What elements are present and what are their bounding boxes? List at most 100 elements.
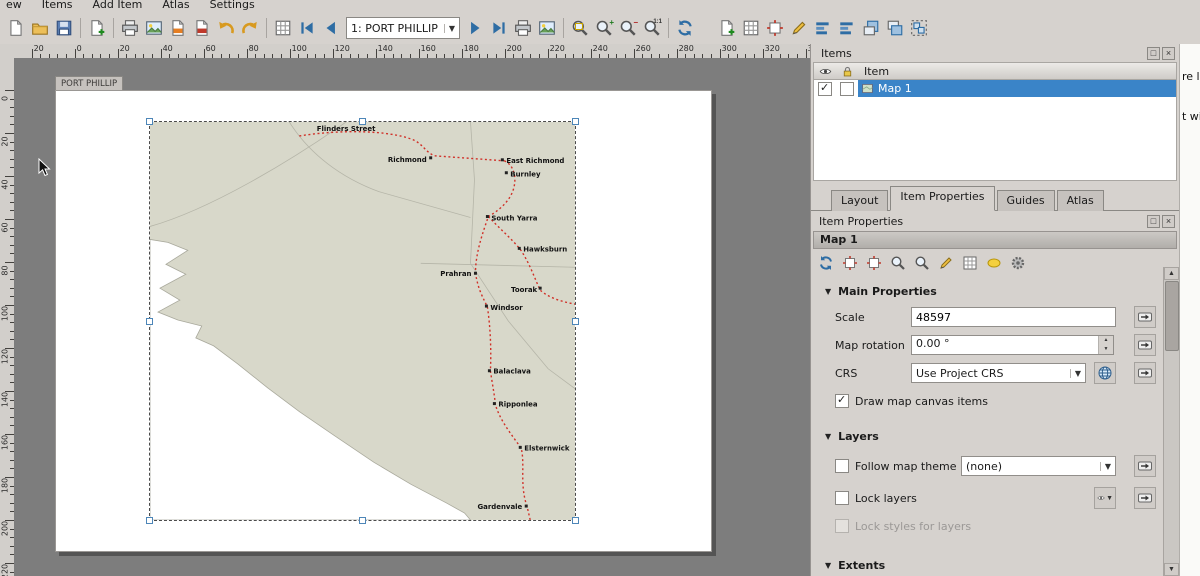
lock-layers-override-button[interactable] bbox=[1134, 487, 1156, 509]
menu-settings[interactable]: Settings bbox=[210, 0, 255, 12]
spin-up-button[interactable]: ▲ bbox=[1099, 336, 1113, 345]
scale-override-button[interactable] bbox=[1134, 306, 1156, 328]
refresh-view-button[interactable] bbox=[673, 16, 697, 40]
chevron-down-icon: ▼ bbox=[1070, 369, 1085, 378]
section-layers[interactable]: ▼ Layers bbox=[825, 430, 1163, 443]
atlas-feature-combo[interactable]: 1: PORT PHILLIP ▼ bbox=[346, 17, 460, 39]
selection-handle[interactable] bbox=[572, 318, 579, 325]
properties-scrollbar[interactable]: ▲ ▼ bbox=[1163, 267, 1179, 576]
distribute-items-button[interactable] bbox=[835, 16, 859, 40]
duplicate-layout-button[interactable] bbox=[85, 16, 109, 40]
new-layout-button[interactable] bbox=[4, 16, 28, 40]
undock-panel-button[interactable]: □ bbox=[1147, 215, 1160, 228]
close-panel-button[interactable]: × bbox=[1162, 215, 1175, 228]
save-project-button[interactable] bbox=[52, 16, 76, 40]
menu-view[interactable]: ew bbox=[6, 0, 22, 12]
save-icon bbox=[55, 19, 73, 37]
export-svg-button[interactable] bbox=[166, 16, 190, 40]
zoom-in-button[interactable]: + bbox=[592, 16, 616, 40]
rotation-spinbox[interactable]: 0.00 ° ▲ ▼ bbox=[911, 335, 1114, 355]
map-item[interactable]: Flinders StreetRichmondEast RichmondBurn… bbox=[149, 121, 576, 521]
rotation-value: 0.00 ° bbox=[912, 336, 1098, 354]
manage-guides-button[interactable] bbox=[739, 16, 763, 40]
draw-canvas-items-checkbox[interactable] bbox=[835, 394, 849, 408]
redo-button[interactable] bbox=[238, 16, 262, 40]
section-main-properties[interactable]: ▼ Main Properties bbox=[825, 285, 1163, 298]
theme-override-button[interactable] bbox=[1134, 455, 1156, 477]
select-crs-button[interactable] bbox=[1094, 362, 1116, 384]
mouse-cursor bbox=[38, 158, 52, 178]
print-layout-button[interactable] bbox=[118, 16, 142, 40]
atlas-first-button[interactable] bbox=[295, 16, 319, 40]
scrollbar-thumb[interactable] bbox=[1165, 281, 1179, 351]
print-atlas-button[interactable] bbox=[511, 16, 535, 40]
visible-layers-button[interactable]: ▼ bbox=[1094, 487, 1116, 509]
zoom-actual-button[interactable]: 1:1 bbox=[640, 16, 664, 40]
atlas-prev-button[interactable] bbox=[319, 16, 343, 40]
atlas-preview-button[interactable] bbox=[271, 16, 295, 40]
selection-handle[interactable] bbox=[146, 318, 153, 325]
rotation-override-button[interactable] bbox=[1134, 334, 1156, 356]
atlas-last-button[interactable] bbox=[487, 16, 511, 40]
tab-layout[interactable]: Layout bbox=[831, 190, 888, 211]
undock-panel-button[interactable]: □ bbox=[1147, 47, 1160, 60]
menu-add-item[interactable]: Add Item bbox=[93, 0, 143, 12]
group-items-button[interactable] bbox=[907, 16, 931, 40]
ruler-label: 280 bbox=[679, 44, 694, 53]
align-items-button[interactable] bbox=[811, 16, 835, 40]
vertical-ruler[interactable]: 020406080100120140160180200220 bbox=[0, 58, 15, 576]
edit-nodes-button[interactable] bbox=[787, 16, 811, 40]
scroll-down-button[interactable]: ▼ bbox=[1164, 563, 1179, 576]
station-label: South Yarra bbox=[491, 215, 537, 223]
lower-items-button[interactable] bbox=[883, 16, 907, 40]
theme-combo[interactable]: (none) ▼ bbox=[961, 456, 1116, 476]
station-label: Toorak bbox=[511, 286, 537, 294]
crs-combo[interactable]: Use Project CRS ▼ bbox=[911, 363, 1086, 383]
ruler-tick bbox=[161, 49, 162, 58]
selection-handle[interactable] bbox=[572, 118, 579, 125]
ruler-label: 80 bbox=[1, 263, 10, 279]
scale-input[interactable] bbox=[911, 307, 1116, 327]
export-image-button[interactable] bbox=[142, 16, 166, 40]
zoom-out-button[interactable]: − bbox=[616, 16, 640, 40]
export-pdf-button[interactable] bbox=[190, 16, 214, 40]
undo-button[interactable] bbox=[214, 16, 238, 40]
station-marker bbox=[539, 287, 542, 290]
raise-items-button[interactable] bbox=[859, 16, 883, 40]
tab-guides[interactable]: Guides bbox=[997, 190, 1055, 211]
selection-handle[interactable] bbox=[146, 118, 153, 125]
item-visible-checkbox[interactable] bbox=[818, 82, 832, 96]
scroll-up-button[interactable]: ▲ bbox=[1164, 267, 1179, 280]
horizontal-ruler[interactable]: 2002040608010012014016018020022024026028… bbox=[14, 44, 810, 59]
item-row-map1[interactable]: Map 1 bbox=[814, 80, 1176, 97]
lock-layers-checkbox[interactable] bbox=[835, 491, 849, 505]
collapse-triangle-icon: ▼ bbox=[825, 561, 831, 570]
follow-theme-checkbox[interactable] bbox=[835, 459, 849, 473]
export-atlas-button[interactable] bbox=[535, 16, 559, 40]
export-image-icon bbox=[145, 19, 163, 37]
selection-handle[interactable] bbox=[359, 517, 366, 524]
zoom-full-button[interactable] bbox=[568, 16, 592, 40]
open-layout-button[interactable] bbox=[28, 16, 52, 40]
crs-label: CRS bbox=[835, 367, 911, 380]
selection-handle[interactable] bbox=[359, 118, 366, 125]
section-extents[interactable]: ▼ Extents bbox=[825, 559, 1163, 572]
layout-canvas[interactable]: PORT PHILLIP Flinders StreetRichmondEast… bbox=[14, 58, 810, 576]
spin-down-button[interactable]: ▼ bbox=[1099, 345, 1113, 354]
menu-items[interactable]: Items bbox=[42, 0, 73, 12]
crs-override-button[interactable] bbox=[1134, 362, 1156, 384]
ruler-tick bbox=[333, 49, 334, 58]
selection-handle[interactable] bbox=[572, 517, 579, 524]
selection-handle[interactable] bbox=[146, 517, 153, 524]
item-lock-checkbox[interactable] bbox=[840, 82, 854, 96]
tab-atlas[interactable]: Atlas bbox=[1057, 190, 1104, 211]
tab-item-properties[interactable]: Item Properties bbox=[890, 186, 994, 211]
add-page-button[interactable] bbox=[715, 16, 739, 40]
station-label: East Richmond bbox=[506, 157, 564, 165]
item-properties-titlebar: Item Properties □ × bbox=[811, 211, 1179, 231]
menu-atlas[interactable]: Atlas bbox=[162, 0, 189, 12]
atlas-next-button[interactable] bbox=[463, 16, 487, 40]
ruler-label: 160 bbox=[421, 44, 436, 53]
move-content-button[interactable] bbox=[763, 16, 787, 40]
close-panel-button[interactable]: × bbox=[1162, 47, 1175, 60]
